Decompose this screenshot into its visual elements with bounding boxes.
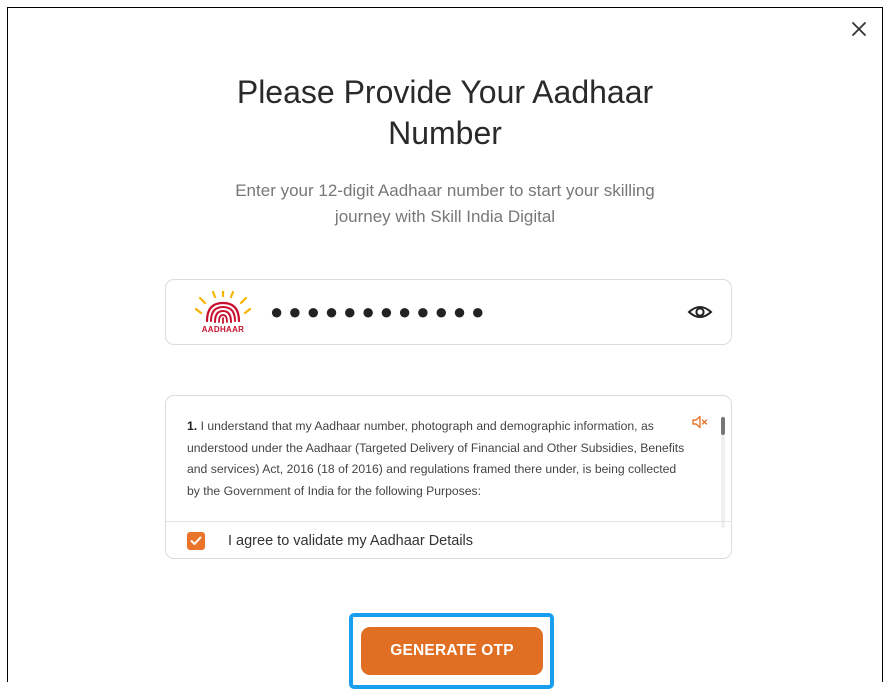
consent-paragraph: I understand that my Aadhaar number, pho…: [187, 419, 685, 498]
subtitle-line-2: journey with Skill India Digital: [334, 207, 556, 226]
agree-label[interactable]: I agree to validate my Aadhaar Details: [228, 533, 473, 549]
title-line-2: Number: [388, 115, 502, 151]
page-title: Please Provide Your Aadhaar Number: [8, 72, 882, 154]
aadhaar-masked-value[interactable]: ●●●●●●●●●●●●: [270, 299, 687, 325]
title-line-1: Please Provide Your Aadhaar: [236, 74, 654, 110]
agree-row[interactable]: I agree to validate my Aadhaar Details: [166, 521, 731, 558]
aadhaar-modal: Please Provide Your Aadhaar Number Enter…: [7, 7, 883, 689]
consent-number: 1.: [187, 419, 198, 433]
aadhaar-fingerprint-icon: [194, 290, 252, 324]
eye-icon[interactable]: [687, 302, 713, 322]
page-subtitle: Enter your 12-digit Aadhaar number to st…: [8, 178, 882, 230]
consent-text[interactable]: 1. I understand that my Aadhaar number, …: [187, 416, 687, 519]
aadhaar-logo: AADHAAR: [190, 284, 256, 340]
close-icon: [852, 22, 866, 36]
consent-scrollbar-thumb[interactable]: [721, 417, 725, 435]
agree-checkbox[interactable]: [187, 532, 205, 550]
aadhaar-number-input[interactable]: AADHAAR ●●●●●●●●●●●●: [165, 279, 732, 345]
aadhaar-logo-text: AADHAAR: [201, 324, 245, 334]
close-button[interactable]: [848, 18, 870, 40]
speaker-mute-icon[interactable]: [692, 415, 708, 429]
generate-otp-highlight: GENERATE OTP: [349, 613, 554, 689]
generate-otp-button[interactable]: GENERATE OTP: [361, 627, 543, 675]
consent-box: 1. I understand that my Aadhaar number, …: [165, 395, 732, 559]
subtitle-line-1: Enter your 12-digit Aadhaar number to st…: [235, 181, 655, 200]
checkmark-icon: [190, 536, 202, 545]
